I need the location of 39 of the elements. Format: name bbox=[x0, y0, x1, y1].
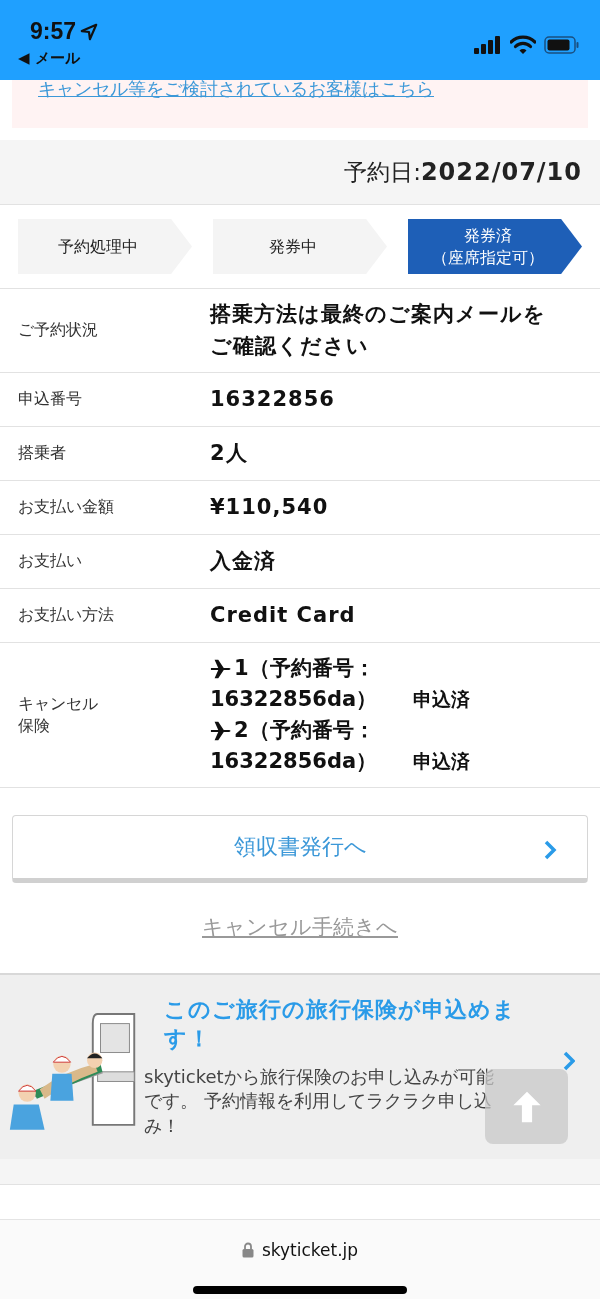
url-text[interactable]: skyticket.jp bbox=[261, 1240, 359, 1260]
banner-title: このご旅行の旅行保険が申込めます！ bbox=[163, 995, 517, 1053]
reservation-number: 16322856da） bbox=[210, 686, 378, 713]
row-value: 入金済 bbox=[210, 547, 277, 575]
row-label: キャンセル保険 bbox=[17, 692, 99, 737]
chevron-right-icon bbox=[543, 840, 557, 860]
banner-text: skyticketから旅行保険のお申し込みが可能です。 予約情報を利用してラクラク申し込み！ bbox=[144, 1065, 495, 1138]
step-label: 予約処理中 bbox=[58, 235, 138, 258]
airplane-icon bbox=[210, 657, 232, 680]
insurance-banner[interactable]: このご旅行の旅行保険が申込めます！ skyticketから旅行保険のお申し込みが可能です。 予約情報を利用してラクラク申し込み！ bbox=[0, 973, 600, 1159]
wifi-icon bbox=[510, 35, 536, 55]
row-label: お支払い方法 bbox=[17, 604, 115, 627]
reservation-number: 16322856da） bbox=[210, 748, 378, 775]
lock-icon bbox=[241, 1242, 254, 1258]
row-label: お支払い bbox=[17, 550, 83, 573]
insurance-status: 申込済 bbox=[413, 749, 471, 774]
step-label: 発券中 bbox=[269, 235, 317, 258]
booking-date: 予約日:2022/07/10 bbox=[344, 156, 582, 188]
row-value: 16322856 bbox=[210, 385, 336, 413]
row-label: 搭乗者 bbox=[17, 442, 67, 465]
chevron-right-icon bbox=[563, 1051, 575, 1071]
flight-number: 2（予約番号： bbox=[234, 717, 375, 744]
row-label: ご予約状況 bbox=[17, 319, 99, 342]
row-label: 申込番号 bbox=[17, 388, 83, 411]
insurance-status: 申込済 bbox=[413, 687, 471, 712]
row-value: 搭乗方法は最終のご案内メールをご確認ください bbox=[210, 301, 547, 360]
location-arrow-icon bbox=[80, 22, 99, 41]
clock-time: 9:57 bbox=[30, 18, 77, 45]
row-value: ¥110,540 bbox=[210, 493, 330, 521]
airplane-icon bbox=[210, 719, 232, 742]
row-value: 2人 bbox=[210, 439, 249, 467]
back-link[interactable]: ◀ メール bbox=[18, 49, 99, 68]
flight-number: 1（予約番号： bbox=[234, 655, 375, 682]
signal-icon bbox=[474, 36, 502, 54]
step-note: （座席指定可） bbox=[432, 246, 544, 269]
row-value: Credit Card bbox=[210, 601, 357, 629]
step-label: 発券済 bbox=[464, 224, 512, 247]
row-label: お支払い金額 bbox=[17, 496, 115, 519]
battery-icon bbox=[544, 36, 580, 54]
